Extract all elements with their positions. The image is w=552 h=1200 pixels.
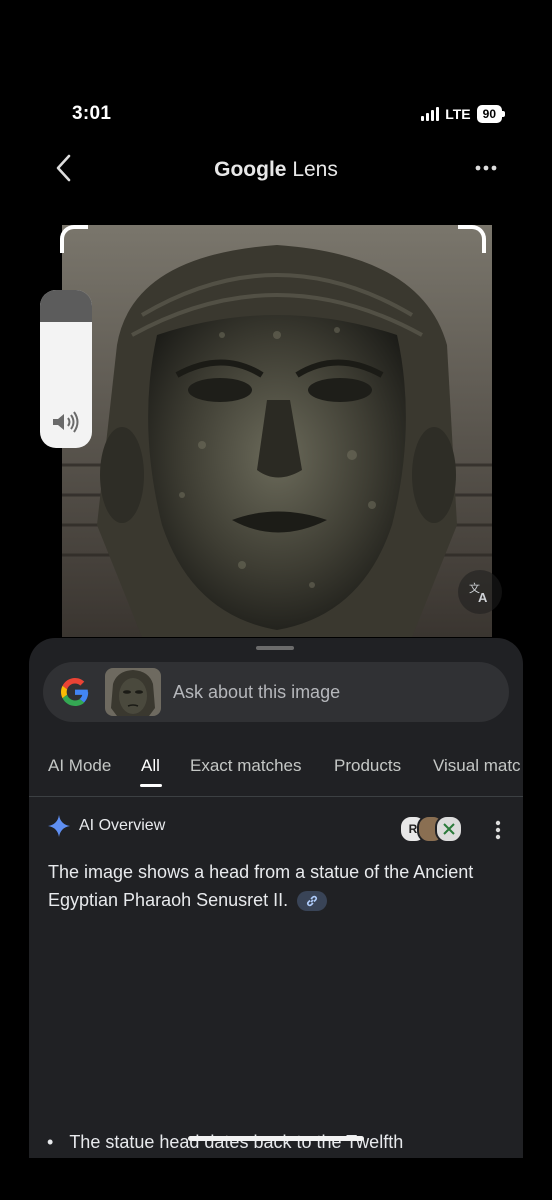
translate-button[interactable]: 文 A bbox=[458, 570, 502, 614]
thumbnail-image bbox=[105, 668, 161, 716]
status-time: 3:01 bbox=[72, 103, 112, 124]
link-icon bbox=[307, 896, 318, 907]
cellular-signal-icon bbox=[421, 107, 440, 121]
source-avatar bbox=[435, 815, 463, 843]
ai-overview-header: AI Overview bbox=[47, 814, 165, 838]
source-link-button[interactable] bbox=[297, 891, 328, 912]
ai-overview-title: AI Overview bbox=[79, 817, 166, 834]
more-horizontal-icon bbox=[475, 165, 497, 171]
statue-head-image bbox=[62, 225, 492, 637]
more-vertical-icon bbox=[495, 820, 501, 840]
crop-handle-top-left[interactable] bbox=[60, 225, 88, 253]
active-tab-indicator bbox=[140, 784, 162, 787]
sparkle-icon bbox=[48, 815, 70, 837]
tab-exact-matches[interactable]: Exact matches bbox=[190, 756, 302, 776]
status-indicators: LTE 90 bbox=[421, 105, 506, 123]
image-thumbnail[interactable] bbox=[105, 668, 161, 716]
ai-overview-text: The image shows a head from a statue of … bbox=[48, 862, 474, 912]
svg-text:A: A bbox=[478, 590, 488, 604]
source-avatars[interactable]: R bbox=[399, 815, 463, 843]
drag-handle[interactable] bbox=[256, 646, 294, 650]
results-sheet: Ask about this image AI Mode All Exact m… bbox=[29, 638, 523, 1158]
tab-ai-mode[interactable]: AI Mode bbox=[48, 756, 111, 776]
more-options-button[interactable] bbox=[468, 158, 504, 178]
search-bar[interactable]: Ask about this image bbox=[43, 662, 509, 722]
tab-products[interactable]: Products bbox=[334, 756, 401, 776]
speaker-icon bbox=[53, 411, 79, 433]
crop-handle-top-right[interactable] bbox=[458, 225, 486, 253]
source-logo-icon bbox=[443, 823, 455, 835]
battery-icon: 90 bbox=[476, 105, 506, 123]
google-logo-icon bbox=[61, 678, 89, 706]
translate-icon: 文 A bbox=[469, 581, 488, 604]
search-image[interactable] bbox=[62, 225, 492, 637]
home-indicator[interactable] bbox=[188, 1136, 364, 1141]
search-placeholder: Ask about this image bbox=[173, 682, 341, 702]
results-tabs: AI Mode All Exact matches Products Visua… bbox=[29, 744, 523, 797]
volume-empty-portion bbox=[40, 290, 92, 322]
tab-all[interactable]: All bbox=[141, 756, 160, 776]
volume-indicator bbox=[40, 290, 92, 448]
ai-overview-more-button[interactable] bbox=[495, 820, 501, 845]
tab-visual-matches[interactable]: Visual matc bbox=[433, 756, 521, 776]
network-type: LTE bbox=[445, 106, 471, 122]
